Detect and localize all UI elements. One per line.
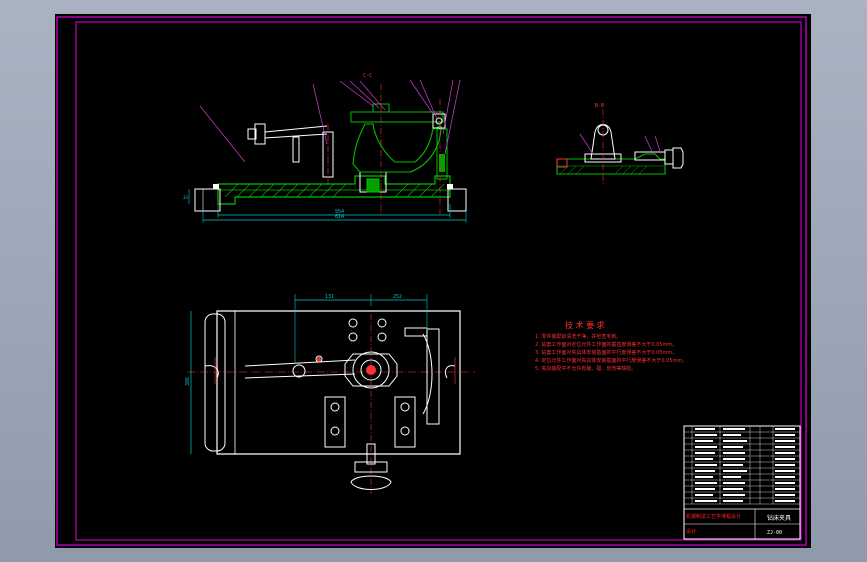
top-clamp — [350, 111, 444, 123]
left-foot — [194, 188, 221, 212]
plan-dim-right: 252 — [393, 294, 402, 300]
plan-view: 131 252 386 — [185, 294, 475, 494]
tech-req-item-1: 1. 零件装配前清洗干净，并检查毛刺。 — [535, 333, 621, 340]
tech-req-item-3: 3. 钻套工作面对夹具体安装基面的平行度误差不大于0.05mm。 — [535, 349, 677, 356]
side-section-label: B-B — [595, 103, 604, 109]
designer-label: 设计 — [686, 528, 696, 535]
drawing-name: 钻床夹具 — [767, 514, 791, 522]
technical-requirements: 技 术 要 求 1. 零件装配前清洗干净，并检查毛刺。 2. 钻套工作面对定位元… — [535, 320, 687, 372]
school-name: 机械制造工艺学课程设计 — [686, 513, 741, 520]
support-arm — [352, 123, 442, 173]
plan-dim-vertical: 386 — [185, 377, 191, 386]
lever-handle — [247, 123, 334, 184]
front-view: 554 614 33 C-C — [183, 73, 467, 223]
front-dim-overall: 614 — [335, 214, 344, 220]
outer-frame — [56, 16, 807, 546]
front-section-label: C-C — [363, 73, 372, 79]
side-view: B-B — [556, 103, 684, 184]
tech-req-item-2: 2. 钻套工作面对定位元件工作面的垂直度误差不大于0.05mm。 — [535, 341, 677, 348]
lower-block-right — [394, 396, 416, 448]
lower-block-left — [324, 396, 346, 448]
right-foot — [447, 188, 467, 212]
drawing-sheet: 554 614 33 C-C B-B 131 252 386 技 术 要 求 1… — [55, 14, 811, 548]
tech-req-item-4: 4. 定位元件工作面对夹具体安装基面的平行度误差不大于0.05mm。 — [535, 357, 687, 364]
side-base — [556, 153, 666, 175]
front-dim-side: 33 — [183, 195, 188, 200]
cad-drawing: 554 614 33 C-C B-B 131 252 386 技 术 要 求 1… — [56, 16, 807, 546]
drawing-number: ZJ-00 — [767, 530, 782, 536]
tech-req-title: 技 术 要 求 — [565, 320, 605, 330]
tech-req-item-5: 5. 夹具装配中不允许有磕、碰、划伤等缺陷。 — [535, 365, 636, 372]
plan-dim-left: 131 — [325, 294, 334, 300]
title-block: 机械制造工艺学课程设计 设计 钻床夹具 ZJ-00 — [683, 425, 801, 540]
inner-frame — [75, 21, 802, 541]
